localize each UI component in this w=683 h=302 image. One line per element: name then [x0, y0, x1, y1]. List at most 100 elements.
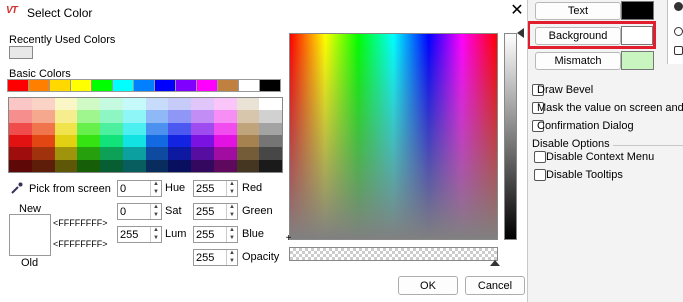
palette-color-swatch[interactable]	[213, 159, 237, 172]
opacity-slider[interactable]	[289, 247, 498, 261]
red-spinner[interactable]: ▲ ▼	[226, 181, 237, 196]
palette-color-swatch[interactable]	[191, 135, 214, 148]
palette-color-swatch[interactable]	[9, 135, 32, 148]
palette-color-swatch[interactable]	[100, 110, 123, 123]
palette-color-swatch[interactable]	[213, 122, 237, 135]
palette-color-swatch[interactable]	[9, 122, 32, 135]
palette-color-swatch[interactable]	[259, 98, 282, 111]
palette-color-swatch[interactable]	[168, 159, 191, 172]
palette-color-swatch[interactable]	[77, 122, 100, 135]
palette-color-swatch[interactable]	[145, 159, 169, 172]
eyedropper-icon[interactable]	[10, 181, 24, 195]
hue-spinner[interactable]: ▲ ▼	[150, 181, 161, 196]
spectrum-crosshair-icon[interactable]: +	[284, 234, 293, 244]
basic-color-swatch[interactable]	[49, 79, 71, 92]
palette-color-swatch[interactable]	[122, 98, 146, 111]
lum-input[interactable]: ▲▼	[117, 226, 162, 243]
radio-option-2[interactable]	[674, 27, 683, 36]
text-color-button[interactable]: Text	[535, 2, 621, 20]
palette-color-swatch[interactable]	[191, 122, 214, 135]
basic-color-swatch[interactable]	[91, 79, 113, 92]
palette-color-swatch[interactable]	[145, 122, 169, 135]
lum-field[interactable]	[120, 228, 146, 241]
palette-color-swatch[interactable]	[236, 98, 260, 111]
palette-color-swatch[interactable]	[122, 110, 146, 123]
basic-color-swatch[interactable]	[259, 79, 281, 92]
palette-color-swatch[interactable]	[31, 122, 55, 135]
luminance-thumb-icon[interactable]	[517, 28, 524, 38]
basic-color-swatch[interactable]	[28, 79, 50, 92]
basic-color-swatch[interactable]	[154, 79, 176, 92]
opacity-field[interactable]	[196, 251, 222, 264]
palette-color-swatch[interactable]	[145, 98, 169, 111]
palette-color-swatch[interactable]	[122, 122, 146, 135]
palette-color-swatch[interactable]	[145, 147, 169, 160]
background-color-swatch[interactable]	[621, 26, 653, 45]
checkbox-option[interactable]	[674, 46, 683, 55]
palette-color-swatch[interactable]	[31, 98, 55, 111]
basic-color-swatch[interactable]	[133, 79, 155, 92]
sat-input[interactable]: ▲▼	[117, 203, 162, 220]
palette-color-swatch[interactable]	[77, 147, 100, 160]
pick-from-screen-label[interactable]: Pick from screen	[29, 183, 111, 195]
palette-color-swatch[interactable]	[54, 135, 78, 148]
close-icon[interactable]: ✕	[509, 2, 525, 20]
green-field[interactable]	[196, 205, 222, 218]
red-input[interactable]: ▲▼	[193, 180, 238, 197]
palette-color-swatch[interactable]	[9, 147, 32, 160]
palette-color-swatch[interactable]	[145, 135, 169, 148]
sat-field[interactable]	[120, 205, 146, 218]
palette-color-swatch[interactable]	[259, 122, 282, 135]
palette-color-swatch[interactable]	[100, 122, 123, 135]
palette-color-swatch[interactable]	[122, 135, 146, 148]
palette-color-swatch[interactable]	[122, 159, 146, 172]
red-field[interactable]	[196, 182, 222, 195]
blue-input[interactable]: ▲▼	[193, 226, 238, 243]
palette-color-swatch[interactable]	[9, 98, 32, 111]
green-input[interactable]: ▲▼	[193, 203, 238, 220]
mismatch-color-button[interactable]: Mismatch	[535, 52, 621, 70]
palette-color-swatch[interactable]	[31, 135, 55, 148]
palette-color-swatch[interactable]	[54, 122, 78, 135]
palette-color-swatch[interactable]	[168, 110, 191, 123]
basic-color-swatch[interactable]	[112, 79, 134, 92]
basic-color-swatch[interactable]	[7, 79, 29, 92]
palette-color-swatch[interactable]	[191, 98, 214, 111]
recent-color-swatch[interactable]	[9, 46, 33, 59]
palette-color-swatch[interactable]	[77, 135, 100, 148]
palette-color-swatch[interactable]	[236, 159, 260, 172]
disable-tooltips-checkbox[interactable]	[534, 169, 546, 181]
palette-color-swatch[interactable]	[236, 122, 260, 135]
mismatch-color-swatch[interactable]	[621, 51, 654, 70]
palette-color-swatch[interactable]	[213, 110, 237, 123]
palette-color-swatch[interactable]	[9, 110, 32, 123]
palette-color-swatch[interactable]	[236, 147, 260, 160]
palette-color-swatch[interactable]	[259, 159, 282, 172]
disable-context-menu-checkbox[interactable]	[534, 151, 546, 163]
palette-color-swatch[interactable]	[54, 98, 78, 111]
text-color-swatch[interactable]	[621, 1, 654, 20]
green-spinner[interactable]: ▲ ▼	[226, 204, 237, 219]
palette-color-swatch[interactable]	[168, 135, 191, 148]
palette-color-swatch[interactable]	[259, 135, 282, 148]
palette-color-swatch[interactable]	[191, 147, 214, 160]
palette-color-swatch[interactable]	[77, 98, 100, 111]
palette-color-swatch[interactable]	[168, 147, 191, 160]
palette-color-swatch[interactable]	[77, 159, 100, 172]
palette-color-swatch[interactable]	[191, 159, 214, 172]
basic-color-swatch[interactable]	[70, 79, 92, 92]
palette-color-swatch[interactable]	[236, 135, 260, 148]
blue-spinner[interactable]: ▲ ▼	[226, 227, 237, 242]
palette-color-swatch[interactable]	[191, 110, 214, 123]
luminance-slider[interactable]	[504, 33, 517, 240]
palette-color-swatch[interactable]	[213, 98, 237, 111]
opacity-input[interactable]: ▲▼	[193, 249, 238, 266]
palette-color-swatch[interactable]	[168, 122, 191, 135]
palette-color-swatch[interactable]	[31, 147, 55, 160]
palette-color-swatch[interactable]	[100, 135, 123, 148]
hue-input[interactable]: ▲▼	[117, 180, 162, 197]
palette-color-swatch[interactable]	[77, 110, 100, 123]
basic-color-swatch[interactable]	[238, 79, 260, 92]
palette-color-swatch[interactable]	[100, 159, 123, 172]
radio-option-1[interactable]	[674, 2, 683, 11]
